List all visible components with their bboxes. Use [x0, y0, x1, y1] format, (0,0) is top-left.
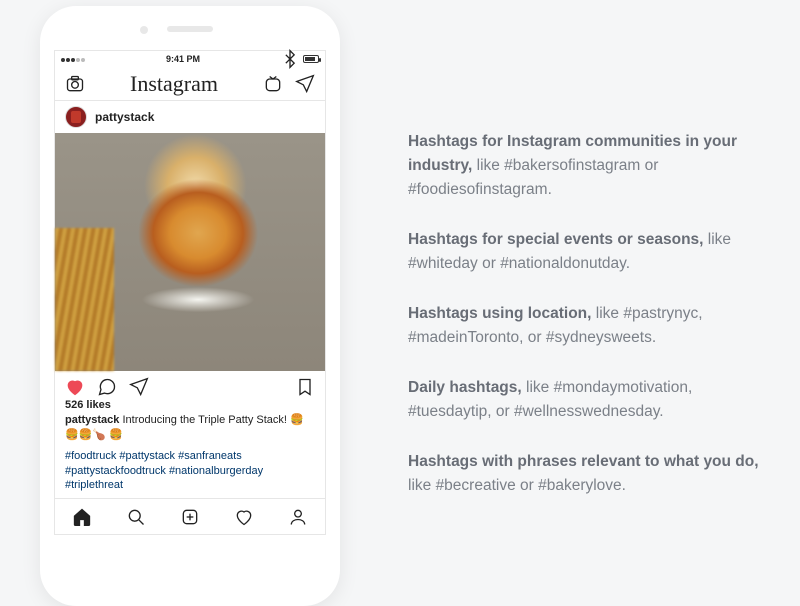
tip-item: Daily hashtags, like #mondaymotivation, … — [408, 376, 770, 424]
caption-username[interactable]: pattystack — [65, 414, 119, 426]
phone-mockup: 9:41 PM Instagram pattystack — [40, 6, 340, 606]
like-icon[interactable] — [65, 377, 85, 397]
send-icon[interactable] — [295, 74, 315, 94]
share-icon[interactable] — [129, 377, 149, 397]
tip-bold: Daily hashtags, — [408, 379, 522, 396]
activity-icon[interactable] — [234, 507, 254, 527]
hashtag-line: #triplethreat — [65, 478, 315, 493]
tip-item: Hashtags for Instagram communities in yo… — [408, 130, 770, 202]
status-bar: 9:41 PM — [55, 51, 325, 67]
likes-count[interactable]: 526 likes — [55, 399, 325, 411]
search-icon[interactable] — [126, 507, 146, 527]
app-header: Instagram — [55, 67, 325, 101]
post-caption: pattystack Introducing the Triple Patty … — [55, 411, 325, 445]
post-username: pattystack — [95, 110, 154, 124]
igtv-icon[interactable] — [263, 74, 283, 94]
tip-item: Hashtags using location, like #pastrynyc… — [408, 302, 770, 350]
tip-bold: Hashtags for special events or seasons, — [408, 231, 703, 248]
profile-icon[interactable] — [288, 507, 308, 527]
tip-rest: like #becreative or #bakerylove. — [408, 477, 626, 494]
bookmark-icon[interactable] — [295, 377, 315, 397]
hashtag-line: #foodtruck #pattystack #sanfraneats — [65, 449, 315, 464]
tip-item: Hashtags for special events or seasons, … — [408, 228, 770, 276]
new-post-icon[interactable] — [180, 507, 200, 527]
status-time: 9:41 PM — [166, 54, 200, 64]
post-image[interactable] — [55, 133, 325, 371]
post-actions — [55, 371, 325, 399]
post-user-row[interactable]: pattystack — [55, 101, 325, 133]
avatar — [65, 106, 87, 128]
camera-icon[interactable] — [65, 74, 85, 94]
battery-icon — [303, 55, 319, 63]
post-hashtags[interactable]: #foodtruck #pattystack #sanfraneats #pat… — [55, 445, 325, 494]
bluetooth-icon — [280, 49, 300, 69]
home-icon[interactable] — [72, 507, 92, 527]
hashtag-line: #pattystackfoodtruck #nationalburgerday — [65, 464, 315, 479]
tips-column: Hashtags for Instagram communities in yo… — [380, 0, 800, 544]
tip-bold: Hashtags using location, — [408, 305, 591, 322]
tab-bar — [55, 498, 325, 534]
comment-icon[interactable] — [97, 377, 117, 397]
app-logo: Instagram — [130, 71, 218, 97]
tip-item: Hashtags with phrases relevant to what y… — [408, 450, 770, 498]
phone-screen: 9:41 PM Instagram pattystack — [54, 50, 326, 535]
tip-bold: Hashtags with phrases relevant to what y… — [408, 453, 759, 470]
signal-dots-icon — [61, 54, 86, 64]
